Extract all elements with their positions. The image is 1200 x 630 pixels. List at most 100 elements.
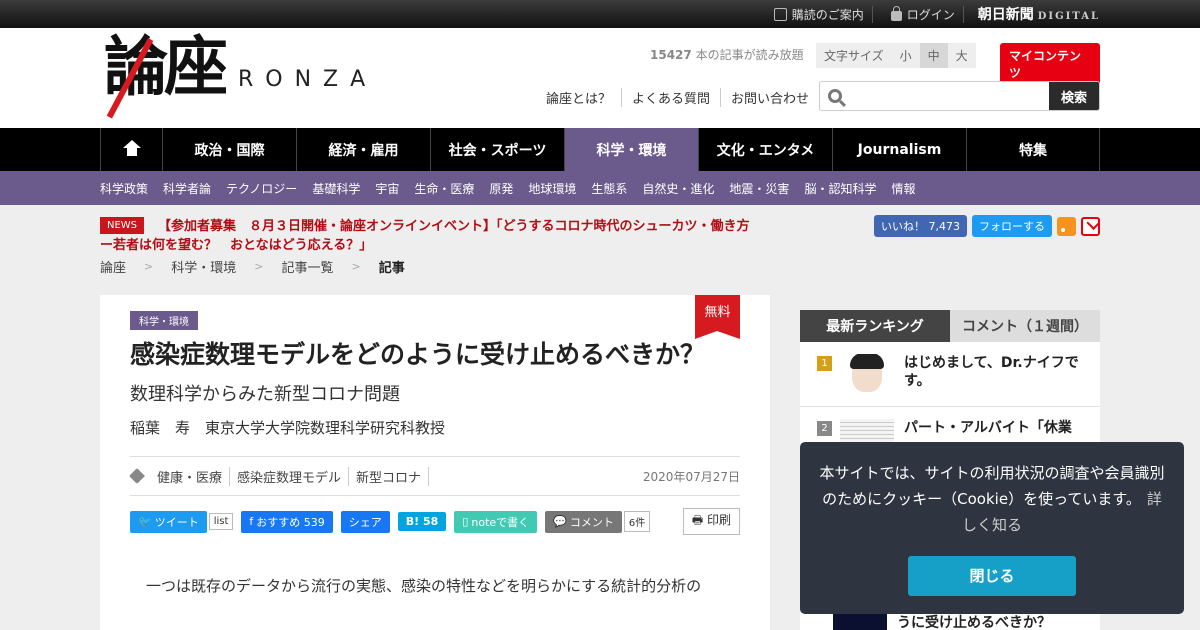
print-button[interactable]: 🖶 印刷 [682,508,740,535]
subnav-item[interactable]: 基礎科学 [312,180,360,197]
ranking-item[interactable]: 1 はじめまして、Dr.ナイフです。 [800,342,1100,407]
font-size-large-button[interactable]: 大 [947,43,976,68]
tag-icon [129,468,145,484]
printer-icon: 🖶 [691,513,707,527]
lock-icon [890,5,902,21]
font-size-medium-button[interactable]: 中 [919,43,948,68]
article-author[interactable]: 稲葉 寿 東京大学大学院数理科学研究科教授 [130,417,740,438]
font-size-switcher: 文字サイズ 小 中 大 [816,43,976,68]
article-subtitle: 数理科学からみた新型コロナ問題 [130,384,400,405]
facebook-icon: f [249,515,254,528]
my-contents-button[interactable]: マイコンテンツ [1000,43,1100,85]
search-input[interactable] [850,82,1049,110]
nav-society[interactable]: 社会・スポーツ [431,128,565,171]
logo-roman: RONZA [238,67,378,92]
article-body: 一つは既存のデータから流行の実態、感染の特性などを明らかにする統計的分析の [146,577,702,595]
hatena-bookmark-button[interactable]: B! 58 [397,512,447,531]
breadcrumb-item[interactable]: 論座 [100,257,126,276]
nav-science[interactable]: 科学・環境 [565,128,699,171]
tweet-list-button[interactable]: list [208,513,234,530]
cookie-consent-banner: 本サイトでは、サイトの利用状況の調査や会員識別のためにクッキー（Cookie）を… [800,442,1184,614]
breadcrumb: 論座 > 科学・環境 > 記事一覧 > 記事 [100,255,1100,277]
sub-nav: 科学政策 科学者論 テクノロジー 基礎科学 宇宙 生命・医療 原発 地球環境 生… [0,171,1200,205]
facebook-share-button[interactable]: シェア [340,510,390,533]
subscribe-link[interactable]: 購読のご案内 [766,5,873,23]
nav-special[interactable]: 特集 [967,128,1100,171]
site-header: 論座 RONZA 15427 本の記事が読み放題 文字サイズ 小 中 大 マイコ… [0,28,1200,128]
rank-number: 2 [817,421,832,436]
contact-link[interactable]: お問い合わせ [721,88,819,107]
subnav-item[interactable]: 原発 [489,180,513,197]
tag-link[interactable]: 感染症数理モデル [230,466,350,486]
tag-link[interactable]: 健康・医療 [150,466,231,486]
tag-link[interactable]: 新型コロナ [349,466,430,486]
nav-economy[interactable]: 経済・雇用 [297,128,431,171]
news-headline[interactable]: 【参加者募集 ８月３日開催・論座オンラインイベント】「どうするコロナ時代のシュー… [100,217,750,255]
breadcrumb-current: 記事 [378,260,405,276]
logo-kanji: 論座 [104,36,228,119]
news-row: 【参加者募集 ８月３日開催・論座オンラインイベント】「どうするコロナ時代のシュー… [100,205,1100,255]
share-row: 🐦 ツイート list f おすすめ 539 シェア B! 58 ▯ noteで書く … [130,508,740,535]
note-button[interactable]: ▯ noteで書く [454,510,538,533]
twitter-follow-button[interactable]: フォローする [972,215,1052,237]
asahi-digital-logo[interactable]: 朝日新聞 DIGITAL [974,4,1100,24]
nav-politics[interactable]: 政治・国際 [163,128,297,171]
subnav-item[interactable]: 脳・認知科学 [804,180,876,197]
main-nav: 政治・国際 経済・雇用 社会・スポーツ 科学・環境 文化・エンタメ Journa… [0,128,1200,171]
nav-home[interactable] [101,128,163,171]
cookie-message: 本サイトでは、サイトの利用状況の調査や会員識別のためにクッキー（Cookie）を… [819,464,1165,534]
article-title: 感染症数理モデルをどのように受け止めるべきか？ [130,340,706,369]
nav-culture[interactable]: 文化・エンタメ [699,128,833,171]
rss-icon[interactable] [1057,216,1076,236]
subnav-item[interactable]: 地震・災害 [729,180,789,197]
subnav-item[interactable]: 宇宙 [375,180,399,197]
subnav-item[interactable]: 科学者論 [163,180,211,197]
news-badge: NEWS [100,217,145,234]
article-card: 科学・環境 無料 感染症数理モデルをどのように受け止めるべきか？ 数理科学からみ… [100,295,770,630]
note-icon: ▯ [462,515,469,528]
font-size-small-button[interactable]: 小 [891,43,920,68]
search-button[interactable]: 検索 [1049,82,1099,110]
ranking-tabs: 最新ランキング コメント（１週間） [800,310,1100,342]
tweet-button[interactable]: 🐦 ツイート [130,510,207,533]
ranking-title[interactable]: うに受け止めるべきか？ [897,612,1051,630]
cookie-close-button[interactable]: 閉じる [908,556,1076,596]
breadcrumb-item[interactable]: 記事一覧 [281,257,333,276]
social-follow: いいね！ 7,473 フォローする [874,215,1100,237]
subnav-item[interactable]: 情報 [891,180,915,197]
header-links: 論座とは？ よくある質問 お問い合わせ [536,88,819,107]
breadcrumb-separator: > [144,259,154,273]
facebook-like-button[interactable]: いいね！ 7,473 [874,215,967,237]
subnav-item[interactable]: 自然史・進化 [642,180,714,197]
faq-link[interactable]: よくある質問 [622,88,722,107]
breadcrumb-item[interactable]: 科学・環境 [171,257,236,276]
subnav-item[interactable]: 生命・医療 [414,180,474,197]
search-icon [820,82,850,110]
about-link[interactable]: 論座とは？ [536,88,623,107]
read-count: 15427 本の記事が読み放題 [650,48,804,62]
ranking-thumbnail [840,354,894,394]
rank-number: 1 [817,356,832,371]
tab-latest-ranking[interactable]: 最新ランキング [800,310,950,342]
comment-button[interactable]: 💬 コメント [545,510,622,533]
category-badge[interactable]: 科学・環境 [130,311,198,330]
mail-icon[interactable] [1081,216,1100,236]
subnav-item[interactable]: 科学政策 [100,180,148,197]
breadcrumb-separator: > [254,259,264,273]
speech-bubble-icon: 💬 [553,515,567,528]
facebook-recommend-button[interactable]: f おすすめ 539 [241,510,333,533]
comment-count[interactable]: 6件 [623,511,651,532]
tab-comment-ranking[interactable]: コメント（１週間） [950,310,1100,342]
twitter-icon: 🐦 [138,515,152,528]
nav-journalism[interactable]: Journalism [833,128,967,171]
edit-icon [773,7,787,21]
subnav-item[interactable]: 生態系 [591,180,627,197]
home-icon [122,139,141,157]
search-box: 検索 [819,81,1100,111]
ronza-logo[interactable]: 論座 RONZA [104,36,378,119]
tags-row: 健康・医療 感染症数理モデル 新型コロナ 2020年07月27日 [129,456,740,496]
subnav-item[interactable]: テクノロジー [226,180,297,197]
login-link[interactable]: ログイン [883,5,964,23]
publish-date: 2020年07月27日 [642,469,740,484]
subnav-item[interactable]: 地球環境 [528,180,576,197]
